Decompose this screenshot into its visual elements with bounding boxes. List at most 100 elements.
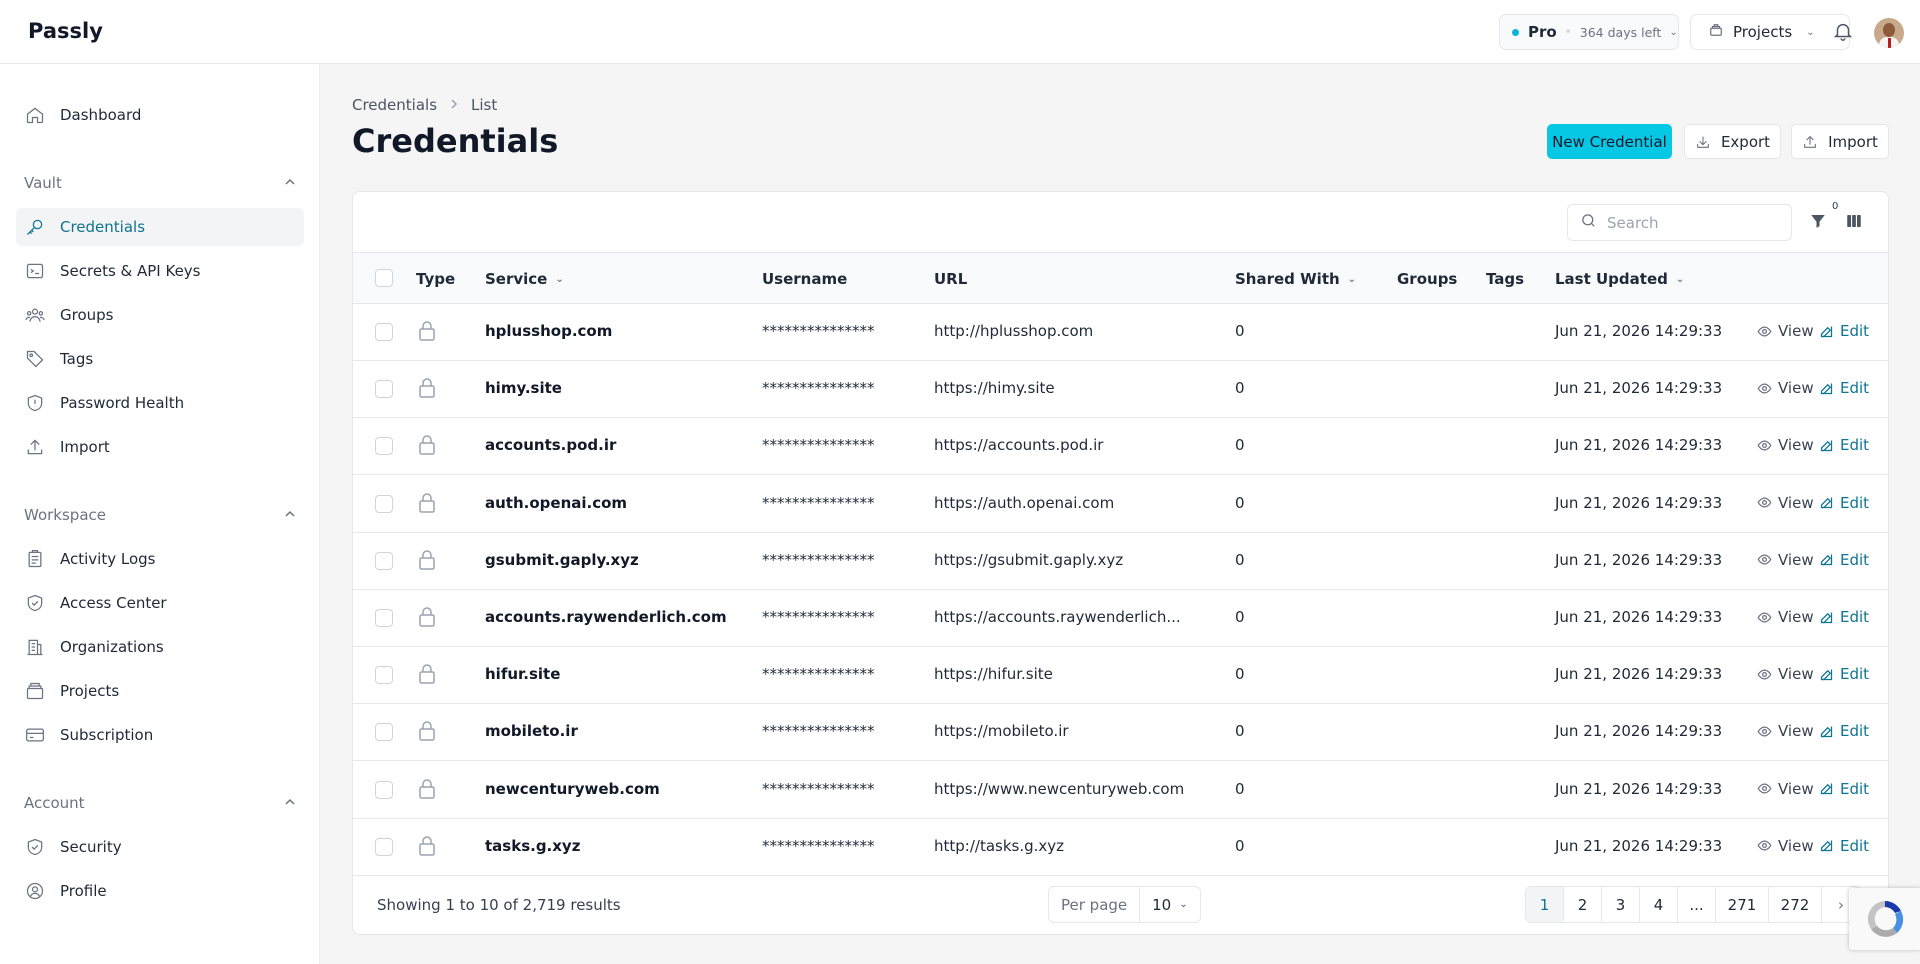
service-cell[interactable]: newcenturyweb.com bbox=[485, 780, 660, 798]
sidebar: Dashboard Vault Credentials Secrets & AP… bbox=[0, 64, 320, 964]
new-credential-button[interactable]: New Credential bbox=[1547, 124, 1672, 159]
page-button[interactable]: 3 bbox=[1602, 887, 1640, 922]
service-cell[interactable]: mobileto.ir bbox=[485, 722, 578, 740]
sidebar-item-access-center[interactable]: Access Center bbox=[16, 584, 304, 622]
table-row[interactable]: mobileto.ir *************** https://mobi… bbox=[353, 704, 1888, 762]
search-box[interactable] bbox=[1567, 204, 1792, 241]
sidebar-item-tags[interactable]: Tags bbox=[16, 340, 304, 378]
edit-button[interactable]: Edit bbox=[1819, 436, 1869, 454]
row-checkbox[interactable] bbox=[375, 780, 393, 799]
row-checkbox[interactable] bbox=[375, 551, 393, 570]
projects-dropdown[interactable]: Projects ⌄ bbox=[1690, 14, 1850, 50]
service-cell[interactable]: auth.openai.com bbox=[485, 494, 627, 512]
row-checkbox[interactable] bbox=[375, 323, 393, 341]
row-checkbox[interactable] bbox=[375, 380, 393, 399]
sidebar-item-credentials[interactable]: Credentials bbox=[16, 208, 304, 246]
edit-button[interactable]: Edit bbox=[1819, 722, 1869, 740]
sidebar-item-organizations[interactable]: Organizations bbox=[16, 628, 304, 666]
page-button[interactable]: 1 bbox=[1526, 887, 1564, 922]
table-row[interactable]: gsubmit.gaply.xyz *************** https:… bbox=[353, 533, 1888, 590]
chevron-down-icon: ⌄ bbox=[1669, 26, 1678, 38]
sidebar-item-groups[interactable]: Groups bbox=[16, 296, 304, 334]
column-shared-with[interactable]: Shared With ⌄ bbox=[1235, 270, 1356, 288]
page-button[interactable]: 2 bbox=[1564, 887, 1602, 922]
sidebar-item-profile[interactable]: Profile bbox=[16, 872, 304, 910]
service-cell[interactable]: himy.site bbox=[485, 379, 562, 397]
sidebar-item-dashboard[interactable]: Dashboard bbox=[16, 96, 304, 134]
export-button[interactable]: Export bbox=[1684, 124, 1781, 159]
table-row[interactable]: hifur.site *************** https://hifur… bbox=[353, 647, 1888, 705]
sidebar-section-account[interactable]: Account bbox=[24, 794, 296, 812]
service-cell[interactable]: gsubmit.gaply.xyz bbox=[485, 551, 639, 569]
per-page-value[interactable]: 10 ⌄ bbox=[1140, 887, 1199, 922]
table-row[interactable]: hplusshop.com *************** http://hpl… bbox=[353, 304, 1888, 361]
edit-button[interactable]: Edit bbox=[1819, 837, 1869, 855]
breadcrumb-credentials[interactable]: Credentials bbox=[352, 96, 437, 114]
view-button[interactable]: View bbox=[1757, 665, 1814, 683]
view-button[interactable]: View bbox=[1757, 436, 1814, 454]
service-cell[interactable]: tasks.g.xyz bbox=[485, 837, 580, 855]
table-row[interactable]: accounts.raywenderlich.com *************… bbox=[353, 590, 1888, 647]
import-button[interactable]: Import bbox=[1791, 124, 1889, 159]
view-button[interactable]: View bbox=[1757, 722, 1814, 740]
page-title: Credentials bbox=[352, 122, 559, 160]
service-cell[interactable]: hplusshop.com bbox=[485, 322, 612, 340]
edit-button[interactable]: Edit bbox=[1819, 780, 1869, 798]
view-button[interactable]: View bbox=[1757, 379, 1814, 397]
plan-selector[interactable]: Pro • 364 days left ⌄ bbox=[1499, 14, 1679, 50]
select-all-checkbox[interactable] bbox=[375, 269, 393, 287]
row-checkbox[interactable] bbox=[375, 609, 393, 627]
shield-check-icon bbox=[24, 836, 46, 858]
column-service[interactable]: Service ⌄ bbox=[485, 270, 564, 288]
sidebar-item-activity-logs[interactable]: Activity Logs bbox=[16, 540, 304, 578]
sidebar-item-security[interactable]: Security bbox=[16, 828, 304, 866]
sidebar-item-password-health[interactable]: Password Health bbox=[16, 384, 304, 422]
view-button[interactable]: View bbox=[1757, 551, 1814, 569]
view-button[interactable]: View bbox=[1757, 494, 1814, 512]
column-last-updated[interactable]: Last Updated ⌄ bbox=[1555, 270, 1684, 288]
user-avatar[interactable] bbox=[1874, 18, 1904, 48]
page-button[interactable]: 271 bbox=[1716, 887, 1769, 922]
sidebar-item-secrets[interactable]: Secrets & API Keys bbox=[16, 252, 304, 290]
page-button[interactable]: 272 bbox=[1769, 887, 1822, 922]
table-row[interactable]: tasks.g.xyz *************** http://tasks… bbox=[353, 819, 1888, 876]
edit-button[interactable]: Edit bbox=[1819, 322, 1869, 340]
sidebar-item-subscription[interactable]: Subscription bbox=[16, 716, 304, 754]
sidebar-item-projects[interactable]: Projects bbox=[16, 672, 304, 710]
service-cell[interactable]: hifur.site bbox=[485, 665, 560, 683]
sidebar-section-workspace[interactable]: Workspace bbox=[24, 506, 296, 524]
brand-logo[interactable]: Passly bbox=[28, 19, 103, 43]
row-checkbox[interactable] bbox=[375, 437, 393, 456]
edit-button[interactable]: Edit bbox=[1819, 665, 1869, 683]
recaptcha-icon[interactable] bbox=[1849, 888, 1920, 950]
chevron-down-icon: ⌄ bbox=[1806, 26, 1815, 38]
view-button[interactable]: View bbox=[1757, 780, 1814, 798]
table-row[interactable]: accounts.pod.ir *************** https://… bbox=[353, 418, 1888, 476]
sidebar-item-import[interactable]: Import bbox=[16, 428, 304, 466]
table-row[interactable]: newcenturyweb.com *************** https:… bbox=[353, 762, 1888, 819]
view-button[interactable]: View bbox=[1757, 322, 1814, 340]
table-row[interactable]: auth.openai.com *************** https://… bbox=[353, 476, 1888, 533]
view-button[interactable]: View bbox=[1757, 837, 1814, 855]
username-cell: *************** bbox=[762, 379, 875, 398]
sidebar-section-vault[interactable]: Vault bbox=[24, 174, 296, 192]
filter-icon[interactable] bbox=[1809, 212, 1827, 234]
row-checkbox[interactable] bbox=[375, 723, 393, 742]
table-row[interactable]: himy.site *************** https://himy.s… bbox=[353, 361, 1888, 419]
per-page-select[interactable]: Per page 10 ⌄ bbox=[1048, 886, 1201, 923]
edit-button[interactable]: Edit bbox=[1819, 551, 1869, 569]
search-input[interactable] bbox=[1607, 213, 1777, 232]
bell-icon[interactable] bbox=[1832, 20, 1854, 46]
edit-button[interactable]: Edit bbox=[1819, 494, 1869, 512]
view-button[interactable]: View bbox=[1757, 608, 1814, 626]
columns-icon[interactable] bbox=[1845, 212, 1863, 234]
page-ellipsis: ... bbox=[1678, 887, 1716, 922]
service-cell[interactable]: accounts.pod.ir bbox=[485, 436, 616, 454]
service-cell[interactable]: accounts.raywenderlich.com bbox=[485, 608, 727, 626]
edit-button[interactable]: Edit bbox=[1819, 379, 1869, 397]
row-checkbox[interactable] bbox=[375, 494, 393, 513]
page-button[interactable]: 4 bbox=[1640, 887, 1678, 922]
row-checkbox[interactable] bbox=[375, 837, 393, 856]
edit-button[interactable]: Edit bbox=[1819, 608, 1869, 626]
row-checkbox[interactable] bbox=[375, 666, 393, 685]
